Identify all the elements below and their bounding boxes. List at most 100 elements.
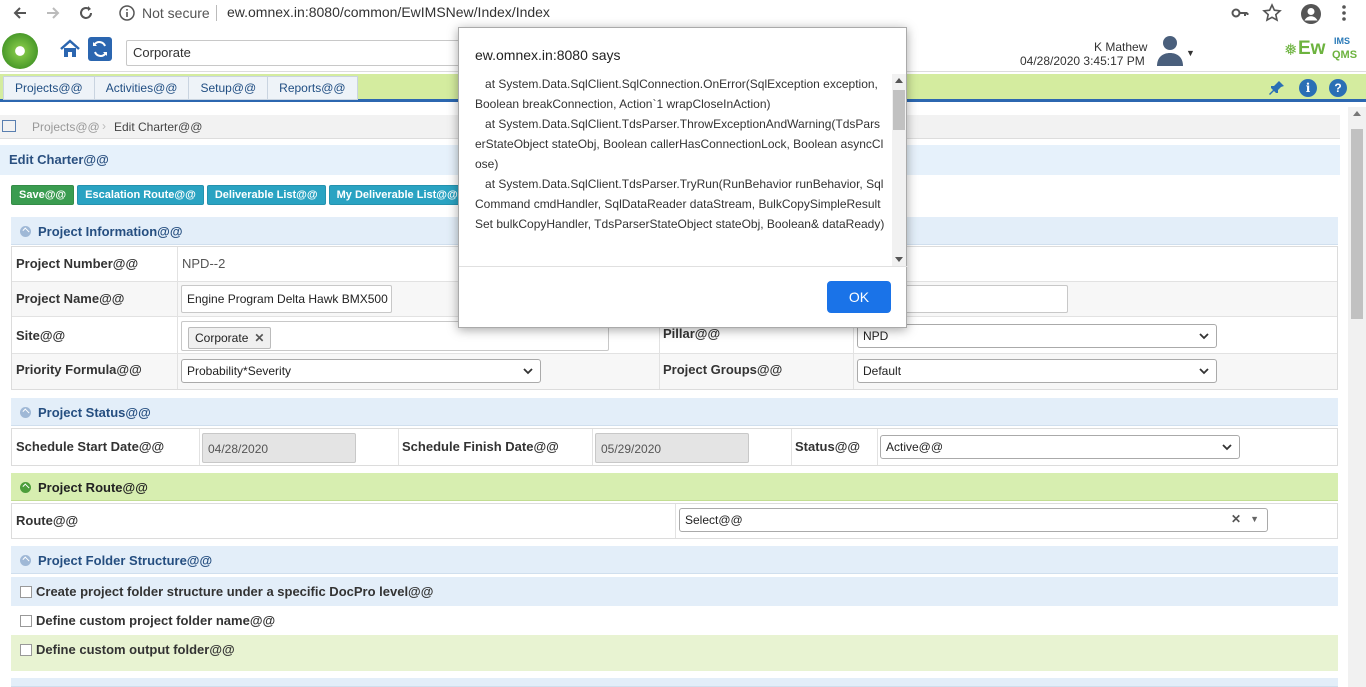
brand-mark-icon: ❅ bbox=[1284, 42, 1298, 59]
breadcrumb-separator-icon: › bbox=[102, 119, 106, 133]
dialog-message-line: at System.Data.SqlClient.TdsParser.TryRu… bbox=[475, 177, 885, 231]
schedule-start-label: Schedule Start Date@@ bbox=[16, 439, 165, 454]
pillar-select[interactable]: NPD bbox=[857, 324, 1217, 348]
project-route-header[interactable]: Project Route@@ bbox=[11, 473, 1338, 501]
project-groups-label: Project Groups@@ bbox=[663, 362, 783, 377]
app-logo bbox=[2, 33, 38, 69]
dialog-divider bbox=[459, 266, 908, 267]
site-info-icon[interactable] bbox=[118, 4, 136, 22]
key-icon[interactable] bbox=[1230, 3, 1250, 23]
scroll-thumb[interactable] bbox=[1351, 129, 1363, 319]
user-avatar-icon[interactable] bbox=[1155, 34, 1185, 66]
info-icon[interactable]: i bbox=[1299, 79, 1317, 97]
scroll-up-icon[interactable] bbox=[1353, 111, 1361, 116]
page-scrollbar[interactable] bbox=[1348, 107, 1366, 687]
scroll-down-icon[interactable] bbox=[895, 257, 903, 262]
project-number-value: NPD--2 bbox=[182, 256, 226, 271]
chevron-down-icon bbox=[1221, 441, 1233, 453]
dialog-scroll-thumb[interactable] bbox=[893, 90, 905, 130]
home-icon[interactable] bbox=[58, 37, 82, 61]
pin-icon[interactable] bbox=[1268, 79, 1286, 97]
cell-divider bbox=[675, 504, 676, 538]
escalation-route-button[interactable]: Escalation Route@@ bbox=[77, 185, 204, 205]
project-name-input[interactable]: Engine Program Delta Hawk BMX500 bbox=[181, 285, 392, 313]
refresh-icon[interactable] bbox=[88, 37, 112, 61]
site-selector-input[interactable]: Corporate bbox=[126, 40, 466, 66]
route-select[interactable]: Select@@ ✕ ▼ bbox=[679, 508, 1268, 532]
cell-divider bbox=[592, 429, 593, 465]
breadcrumb-projects[interactable]: Projects@@ bbox=[32, 120, 100, 134]
priority-formula-select[interactable]: Probability*Severity bbox=[181, 359, 541, 383]
project-folder-structure-header[interactable]: Project Folder Structure@@ bbox=[11, 546, 1338, 574]
dialog-message: at System.Data.SqlClient.SqlConnection.O… bbox=[475, 74, 906, 266]
reload-icon[interactable] bbox=[75, 2, 97, 24]
browser-toolbar: Not secure ew.omnex.in:8080/common/EwIMS… bbox=[0, 0, 1366, 26]
back-icon[interactable] bbox=[9, 2, 31, 24]
address-bar-url[interactable]: ew.omnex.in:8080/common/EwIMSNew/Index/I… bbox=[227, 4, 550, 20]
collapse-icon[interactable] bbox=[20, 407, 31, 418]
cell-divider bbox=[659, 354, 660, 389]
dialog-scrollbar[interactable] bbox=[892, 74, 906, 266]
project-route-form: Route@@ Select@@ ✕ ▼ bbox=[11, 503, 1338, 539]
help-icon[interactable]: ? bbox=[1329, 79, 1347, 97]
collapse-icon[interactable] bbox=[20, 482, 31, 493]
scroll-up-icon[interactable] bbox=[895, 78, 903, 83]
docpro-level-checkbox[interactable] bbox=[20, 586, 32, 598]
status-label: Status@@ bbox=[795, 439, 861, 454]
folder-option-output: Define custom output folder@@ bbox=[11, 635, 1338, 671]
project-groups-select[interactable]: Default bbox=[857, 359, 1217, 383]
pillar-select-value: NPD bbox=[863, 329, 889, 343]
cell-divider bbox=[398, 429, 399, 465]
section-title: Project Status@@ bbox=[38, 405, 151, 420]
breadcrumb-current: Edit Charter@@ bbox=[114, 120, 203, 134]
brand-ew: Ew bbox=[1298, 38, 1326, 59]
menu-projects[interactable]: Projects@@ bbox=[4, 77, 95, 99]
ok-button[interactable]: OK bbox=[827, 281, 891, 313]
chevron-down-icon bbox=[1198, 365, 1210, 377]
schedule-finish-input[interactable]: 05/29/2020 bbox=[595, 433, 749, 463]
dialog-message-line: at System.Data.SqlClient.TdsParser.Throw… bbox=[475, 117, 884, 171]
cell-divider bbox=[177, 247, 178, 281]
menu-activities[interactable]: Activities@@ bbox=[95, 77, 190, 99]
browser-menu-icon[interactable] bbox=[1334, 3, 1354, 23]
forward-icon[interactable] bbox=[42, 2, 64, 24]
pillar-label: Pillar@@ bbox=[663, 326, 721, 341]
section-title: Project Route@@ bbox=[38, 480, 148, 495]
custom-output-folder-checkbox[interactable] bbox=[20, 644, 32, 656]
brand-ims: IMS bbox=[1334, 36, 1351, 46]
my-deliverable-list-button[interactable]: My Deliverable List@@ bbox=[328, 185, 466, 205]
profile-icon[interactable] bbox=[1300, 3, 1322, 25]
schedule-start-input[interactable]: 04/28/2020 bbox=[202, 433, 356, 463]
status-select[interactable]: Active@@ bbox=[880, 435, 1240, 459]
checkbox-label: Create project folder structure under a … bbox=[36, 584, 434, 599]
main-menu: Projects@@ Activities@@ Setup@@ Reports@… bbox=[3, 76, 358, 100]
save-button[interactable]: Save@@ bbox=[11, 185, 75, 205]
menu-reports[interactable]: Reports@@ bbox=[268, 77, 356, 99]
site-tag: Corporate ✕ bbox=[188, 327, 272, 349]
site-label: Site@@ bbox=[16, 328, 66, 343]
bookmark-star-icon[interactable] bbox=[1262, 3, 1282, 23]
dialog-message-line: at System.Data.SqlClient.SqlConnection.O… bbox=[475, 77, 882, 111]
collapse-icon[interactable] bbox=[20, 226, 31, 237]
section-title: Project Information@@ bbox=[38, 224, 183, 239]
chevron-down-icon[interactable]: ▼ bbox=[1250, 514, 1259, 524]
breadcrumb-toggle-icon[interactable] bbox=[2, 120, 16, 132]
deliverable-list-button[interactable]: Deliverable List@@ bbox=[206, 185, 326, 205]
route-label: Route@@ bbox=[16, 513, 79, 528]
collapse-icon[interactable] bbox=[20, 555, 31, 566]
brand-logo: ❅ Ew IMS QMS bbox=[1284, 36, 1358, 64]
route-select-value: Select@@ bbox=[685, 513, 743, 527]
user-menu-caret-icon[interactable]: ▼ bbox=[1186, 48, 1195, 58]
clear-icon[interactable]: ✕ bbox=[1231, 512, 1241, 526]
custom-folder-name-checkbox[interactable] bbox=[20, 615, 32, 627]
user-name: K Mathew bbox=[1094, 40, 1148, 54]
remove-tag-icon[interactable]: ✕ bbox=[254, 331, 264, 345]
alert-dialog: ew.omnex.in:8080 says at System.Data.Sql… bbox=[458, 27, 908, 328]
section-title: Project Folder Structure@@ bbox=[38, 553, 213, 568]
menu-setup[interactable]: Setup@@ bbox=[189, 77, 269, 99]
schedule-row: Schedule Start Date@@ 04/28/2020 Schedul… bbox=[12, 429, 1337, 465]
cell-divider bbox=[877, 429, 878, 465]
folder-option-docpro: Create project folder structure under a … bbox=[11, 577, 1338, 606]
project-status-header[interactable]: Project Status@@ bbox=[11, 398, 1338, 426]
cell-divider bbox=[791, 429, 792, 465]
